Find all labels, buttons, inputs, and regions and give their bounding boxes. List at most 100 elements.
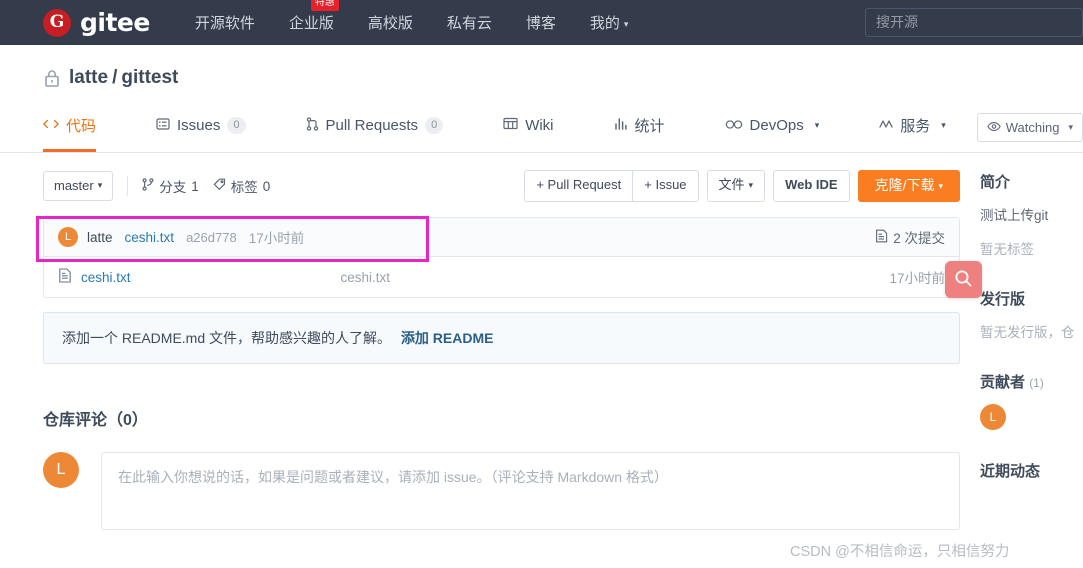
top-nav-label: 博客 (525, 15, 556, 32)
comment-input[interactable]: 在此输入你想说的话，如果是问题或者建议，请添加 issue。（评论支持 Mark… (101, 452, 960, 530)
tab-devops[interactable]: DevOps ▾ (725, 103, 820, 152)
commit-count[interactable]: 2 次提交 (875, 227, 945, 247)
clone-download-label: 克隆/下载 (874, 177, 935, 194)
repository-name[interactable]: gittest (121, 67, 178, 89)
tab-label: Wiki (525, 117, 554, 134)
promo-badge: 特惠 (310, 0, 339, 11)
latest-commit-row: L latte ceshi.txt a26d778 17小时前 2 次提交 (44, 218, 959, 257)
sidebar-intro-title: 简介 (980, 174, 1011, 191)
add-readme-link[interactable]: 添加 README (401, 330, 494, 346)
chart-icon (614, 117, 628, 134)
clone-download-button[interactable]: 克隆/下载 ▾ (857, 170, 960, 202)
top-nav-item-enterprise[interactable]: 特惠 企业版 (288, 0, 339, 33)
wiki-icon (503, 117, 518, 134)
tab-label: 统计 (634, 118, 665, 135)
repository-comments-title: 仓库评论（0） (43, 412, 148, 429)
repository-sidebar: 简介 测试上传git 暂无标签 发行版 暂无发行版，仓 贡献者 (1) L 近期… (960, 153, 1083, 530)
refs-summary: 分支 1 标签 0 (127, 176, 278, 196)
repository-path-separator: / (112, 67, 118, 88)
files-dropdown-label: 文件 (718, 177, 745, 193)
new-pull-request-button[interactable]: + Pull Request (524, 170, 633, 202)
main-column: master ▾ 分支 1 标签 0 + Pull Request + Issu… (36, 153, 982, 530)
floating-search-button[interactable] (945, 261, 982, 298)
tab-wiki[interactable]: Wiki (503, 103, 554, 152)
file-name[interactable]: ceshi.txt (81, 270, 131, 285)
sidebar-section-releases: 发行版 暂无发行版，仓 (980, 288, 1083, 341)
tag-count-value: 0 (262, 178, 271, 194)
top-nav-label: 私有云 (446, 15, 492, 32)
chevron-down-icon: ▾ (623, 18, 629, 29)
tag-icon (213, 178, 226, 194)
sidebar-activity-title: 近期动态 (980, 463, 1041, 480)
commit-time: 17小时前 (248, 231, 305, 246)
gitee-logo[interactable]: G gitee (43, 8, 150, 37)
branch-count-value: 1 (191, 178, 199, 194)
lock-icon (43, 68, 61, 88)
top-nav-label: 企业版 (288, 15, 334, 32)
new-issue-button[interactable]: + Issue (632, 170, 699, 202)
sidebar-intro-description: 测试上传git (980, 208, 1049, 223)
repository-owner[interactable]: latte (69, 67, 108, 89)
top-nav-item-campus[interactable]: 高校版 (368, 12, 413, 33)
sidebar-contributors-count: (1) (1029, 376, 1044, 390)
commit-count-label: 2 次提交 (893, 231, 945, 246)
commit-author[interactable]: latte (87, 230, 113, 245)
toolbar-actions: + Pull Request + Issue 文件 ▾ Web IDE 克隆/下载… (524, 170, 960, 202)
sidebar-section-activity: 近期动态 (980, 460, 1083, 481)
commit-history-icon (875, 229, 888, 246)
chevron-down-icon: ▾ (748, 179, 754, 190)
files-dropdown-button[interactable]: 文件 ▾ (706, 170, 766, 202)
branch-count-label: 分支 (159, 180, 187, 195)
commit-message[interactable]: ceshi.txt (125, 230, 175, 245)
sidebar-section-contributors: 贡献者 (1) L (980, 371, 1083, 430)
file-commit-message: ceshi.txt (340, 269, 391, 285)
service-icon (879, 117, 893, 134)
repository-title: latte / gittest (43, 67, 1040, 89)
global-search-input[interactable]: 搜开源 (865, 8, 1083, 37)
gitee-logo-mark: G (43, 8, 71, 37)
tab-services[interactable]: 服务 ▾ (879, 103, 946, 152)
chevron-down-icon: ▾ (814, 120, 820, 130)
repository-header: latte / gittest Watching ▾ (0, 45, 1083, 142)
file-browser: L latte ceshi.txt a26d778 17小时前 2 次提交 ce… (43, 217, 960, 298)
branch-selector-label: master (54, 177, 94, 193)
top-nav-item-mine[interactable]: 我的 ▾ (590, 12, 629, 33)
sidebar-release-empty: 暂无发行版，仓 (980, 325, 1075, 340)
tab-code[interactable]: 代码 (43, 103, 97, 152)
repository-toolbar: master ▾ 分支 1 标签 0 + Pull Request + Issu… (43, 169, 960, 203)
top-navigation-bar: G gitee 开源软件 特惠 企业版 高校版 私有云 博客 我的 ▾ 搜开源 (0, 0, 1083, 45)
issue-icon (156, 117, 170, 135)
chevron-down-icon: ▾ (941, 120, 946, 130)
csdn-watermark: CSDN @不相信命运，只相信努力 (790, 544, 1010, 560)
commit-sha[interactable]: a26d778 (186, 230, 237, 245)
sidebar-contributors-label: 贡献者 (980, 374, 1026, 391)
tag-count[interactable]: 标签 0 (213, 176, 271, 196)
comment-composer: L 在此输入你想说的话，如果是问题或者建议，请添加 issue。（评论支持 Ma… (43, 452, 960, 530)
tab-label: DevOps (749, 117, 804, 134)
top-nav-items: 开源软件 特惠 企业版 高校版 私有云 博客 我的 ▾ (195, 0, 663, 33)
top-nav-item-privatecloud[interactable]: 私有云 (447, 12, 492, 33)
chevron-down-icon: ▾ (938, 180, 943, 191)
top-nav-item-blog[interactable]: 博客 (526, 12, 556, 33)
readme-prompt: 添加一个 README.md 文件，帮助感兴趣的人了解。 添加 README (43, 312, 960, 364)
tab-label: 代码 (66, 118, 97, 135)
contributor-avatar[interactable]: L (980, 404, 1006, 430)
top-nav-label: 高校版 (367, 15, 413, 32)
readme-prompt-text: 添加一个 README.md 文件，帮助感兴趣的人了解。 (62, 330, 392, 346)
search-icon (954, 269, 973, 291)
avatar: L (58, 227, 78, 247)
web-ide-button[interactable]: Web IDE (773, 170, 850, 202)
gitee-logo-text: gitee (80, 8, 150, 37)
tab-pull-requests[interactable]: Pull Requests 0 (306, 103, 444, 152)
sidebar-contributors-title: 贡献者 (1) (980, 371, 1083, 392)
branch-selector[interactable]: master ▾ (43, 170, 114, 202)
tab-issues[interactable]: Issues 0 (156, 103, 246, 152)
top-nav-item-opensource[interactable]: 开源软件 (195, 12, 255, 33)
branch-count[interactable]: 分支 1 (142, 176, 199, 196)
infinity-icon (725, 117, 743, 134)
branch-icon (142, 178, 154, 194)
file-row[interactable]: ceshi.txt ceshi.txt 17小时前 (44, 257, 959, 297)
file-text-icon (58, 268, 72, 286)
tab-statistics[interactable]: 统计 (614, 103, 665, 152)
avatar: L (43, 452, 79, 488)
